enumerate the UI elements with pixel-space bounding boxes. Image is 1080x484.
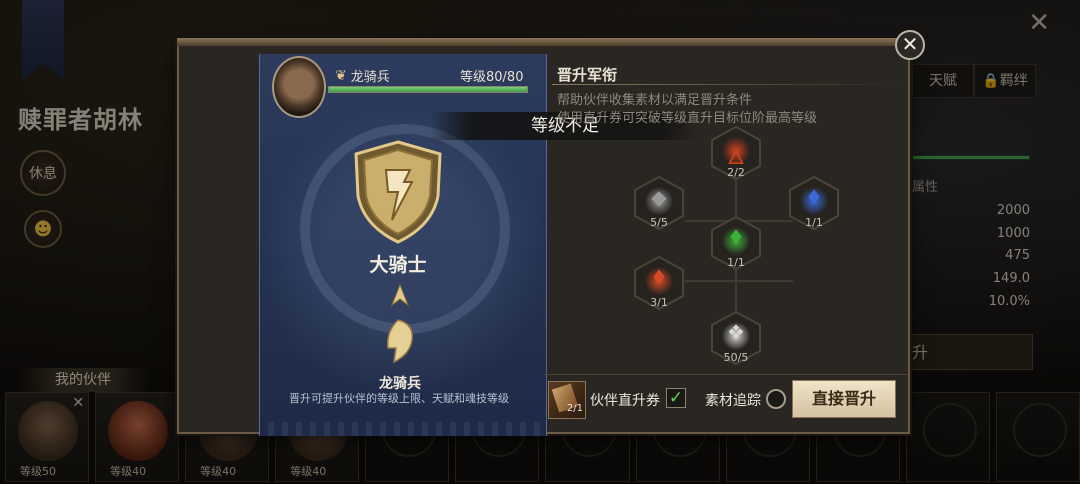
material-count: 2/2 [727,166,745,179]
blue-flame-glyph: ♦ [805,185,823,209]
target-rank-name: 大骑士 [369,254,427,276]
xp-bar [328,86,528,93]
ticket-label: 伙伴直升券 [590,393,660,409]
material-trace-toggle[interactable] [766,389,786,409]
promote-now-button[interactable]: 直接晋升 [792,380,896,418]
current-rank-crest-icon [386,319,413,364]
material-count: 1/1 [727,256,745,269]
rank-up-arrow-icon [390,283,410,307]
ticket-count: 2/1 [566,403,583,414]
material-slot[interactable]: ◆ 5/5 [631,175,687,231]
ore-glyph: ◆ [651,185,667,209]
current-class-name: 龙骑兵 [350,70,390,85]
material-slot[interactable]: ❖ 50/5 [708,310,764,366]
material-count: 1/1 [805,216,823,229]
material-count: 5/5 [650,216,668,229]
red-flame-glyph: ♦ [650,265,668,289]
use-ticket-checkbox[interactable]: ✓ [666,388,686,408]
level-text: 等级80/80 [460,70,524,85]
crystal-dust-glyph: ❖ [727,320,745,344]
material-slot[interactable]: ♦ 1/1 [786,175,842,231]
target-rank-crest-icon [354,140,442,244]
material-count: 50/5 [723,351,749,364]
green-flame-glyph: ♦ [727,225,745,249]
material-slot[interactable]: ♦ 1/1 [708,215,764,271]
promotion-tip: 晋升可提升伙伴的等级上限、天赋和魂技等级 [289,392,509,405]
partner-avatar [272,56,326,118]
hex-connector [685,280,793,282]
dialog-top-border [177,38,910,46]
promotion-desc: 帮助伙伴收集素材以满足晋升条件 [557,93,753,108]
promotion-title: 晋升军衔 [557,66,618,84]
material-count: 3/1 [650,296,668,309]
title-divider [552,84,904,85]
xp-bar-fill [329,87,527,92]
current-class: ❦ 龙骑兵 [335,66,390,86]
class-emblem-icon: ❦ [335,67,347,84]
footer-divider [543,374,908,375]
material-trace-label: 素材追踪 [705,393,761,409]
material-slot[interactable]: ♦ 3/1 [631,255,687,311]
close-button[interactable]: ✕ [895,30,925,60]
material-slot[interactable]: 🜂 2/2 [708,125,764,181]
